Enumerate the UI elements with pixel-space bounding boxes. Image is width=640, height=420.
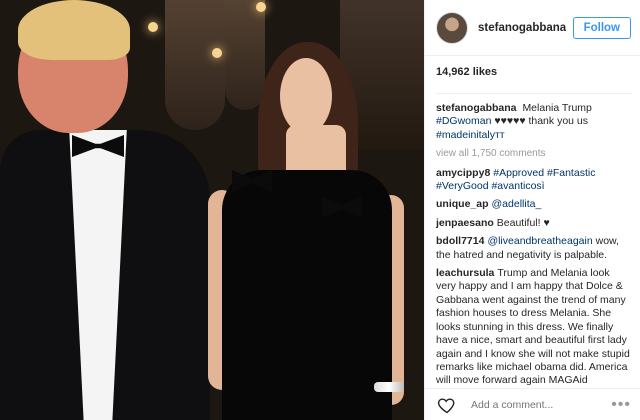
bracelet	[374, 382, 404, 392]
more-icon[interactable]: •••	[611, 396, 631, 414]
caption-text: ♥♥♥♥♥ thank you us	[494, 115, 589, 128]
woman-face	[280, 58, 332, 134]
post-sidebar: stefanogabbana Follow 14,962 likes stefa…	[424, 0, 640, 420]
caption-hashtag[interactable]: #DGwoman	[436, 115, 491, 127]
background-arch	[225, 0, 265, 110]
add-comment-bar: •••	[425, 388, 640, 420]
light-fixture	[148, 22, 158, 32]
comment-tag[interactable]: @adellita_	[492, 198, 542, 210]
comment-tag[interactable]: @liveandbreatheagain	[487, 235, 592, 247]
light-fixture	[212, 48, 222, 58]
comment-container: amycippy8 #Approved #Fantastic #VeryGood …	[436, 167, 630, 388]
man-hair	[18, 0, 130, 60]
comment-username[interactable]: bdoll7714	[436, 235, 484, 247]
follow-button[interactable]: Follow	[572, 16, 631, 39]
comment-tag[interactable]: #avanticosì	[491, 180, 544, 192]
post-photo[interactable]	[0, 0, 424, 420]
comment-username[interactable]: leachursula	[436, 267, 494, 279]
background-arch	[165, 0, 225, 130]
comment-username[interactable]: unique_ap	[436, 198, 489, 210]
comment-tag[interactable]: #Fantastic	[547, 167, 595, 179]
caption-hashtag[interactable]: #madeinitalyᴛᴛ	[436, 129, 505, 141]
black-dress	[222, 170, 392, 420]
comment-username[interactable]: jenpaesano	[436, 217, 494, 229]
caption: stefanogabbana Melania Trump #DGwoman ♥♥…	[436, 102, 630, 142]
comment: amycippy8 #Approved #Fantastic #VeryGood …	[436, 167, 630, 194]
comment-tag[interactable]: #VeryGood	[436, 180, 489, 192]
header-username[interactable]: stefanogabbana	[478, 22, 573, 34]
post-header: stefanogabbana Follow	[425, 0, 640, 56]
likes-count[interactable]: 14,962 likes	[425, 56, 640, 82]
comment-text: Trump and Melania look very happy and I …	[436, 267, 630, 387]
view-all-comments-link[interactable]: view all 1,750 comments	[436, 147, 630, 160]
avatar[interactable]	[436, 11, 468, 44]
comment: unique_ap @adellita_	[436, 198, 630, 211]
heart-icon[interactable]	[437, 395, 457, 415]
instagram-post: stefanogabbana Follow 14,962 likes stefa…	[0, 0, 640, 420]
add-comment-input[interactable]	[469, 397, 612, 412]
caption-username[interactable]: stefanogabbana	[436, 102, 517, 114]
comment: jenpaesano Beautiful! ♥	[436, 217, 630, 230]
comments-list: stefanogabbana Melania Trump #DGwoman ♥♥…	[425, 94, 640, 388]
comment-text: Beautiful! ♥	[496, 216, 550, 229]
light-fixture	[256, 2, 266, 12]
comment-username[interactable]: amycippy8	[436, 167, 490, 179]
comment: leachursula Trump and Melania look very h…	[436, 267, 630, 388]
comment-tag[interactable]: #Approved	[493, 167, 544, 179]
caption-text: Melania Trump	[522, 102, 592, 114]
comment: bdoll7714 @liveandbreatheagain wow, the h…	[436, 235, 630, 262]
